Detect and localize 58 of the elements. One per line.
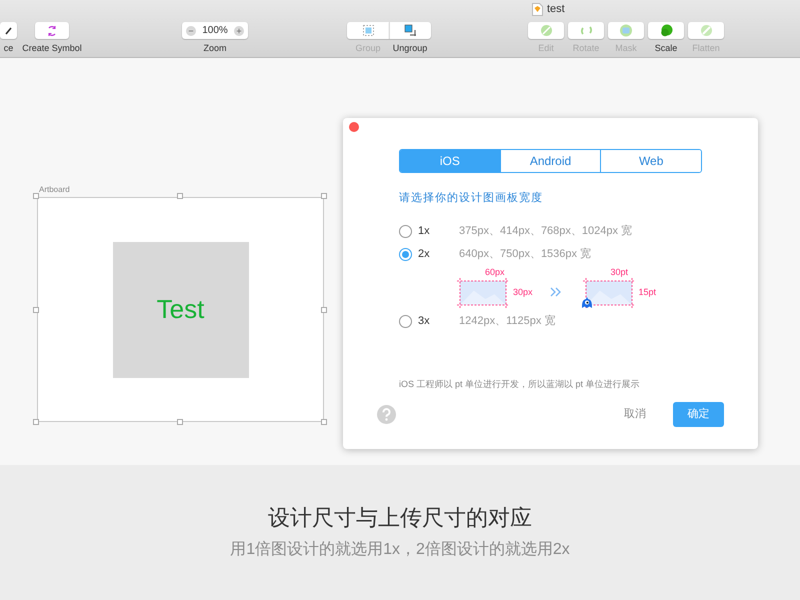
resize-handle[interactable] — [321, 307, 327, 313]
scale-icon — [660, 24, 672, 37]
radio-button[interactable] — [399, 248, 412, 260]
window-title: test — [547, 2, 565, 17]
artboard-label: Artboard — [39, 184, 70, 196]
document-icon — [532, 2, 543, 16]
height-label: 30px — [513, 286, 533, 299]
resize-handle[interactable] — [177, 193, 183, 199]
zoom-control[interactable]: − 100% + — [182, 22, 248, 39]
refresh-icon — [46, 24, 58, 36]
rotate-icon — [580, 24, 592, 37]
zoom-value: 100% — [202, 24, 228, 38]
zoom-out-button[interactable]: − — [186, 26, 196, 36]
zoom-in-button[interactable]: + — [234, 26, 244, 36]
tab[interactable]: Android — [500, 150, 600, 172]
image-box-drawing — [582, 278, 635, 308]
option-sizes: 375px、414px、768px、1024px 宽 — [459, 224, 632, 239]
ungroup-icon — [404, 24, 417, 37]
toolbar-label: ce — [4, 43, 14, 54]
double-chevron-icon — [550, 287, 561, 297]
tab[interactable]: iOS — [400, 150, 500, 172]
option-label[interactable]: 1x — [418, 222, 459, 240]
resize-handle[interactable] — [321, 419, 327, 425]
toolbar-label: Create Symbol — [22, 43, 82, 54]
option-label[interactable]: 3x — [418, 312, 459, 330]
toolbar-label: Scale — [654, 43, 678, 54]
height-label: 15pt — [638, 286, 656, 299]
image-box-drawing — [457, 278, 509, 308]
caption-title: 设计尺寸与上传尺寸的对应 — [268, 504, 532, 532]
radio-button[interactable] — [399, 224, 412, 238]
option-label[interactable]: 2x — [418, 246, 459, 262]
toolbar-label: Zoom — [203, 43, 226, 54]
close-button[interactable] — [349, 122, 359, 132]
width-label: 30pt — [610, 266, 628, 278]
dialog-heading: 请选择你的设计图画板宽度 — [399, 190, 544, 206]
resize-handle[interactable] — [177, 419, 183, 425]
flatten-icon — [700, 24, 712, 37]
resize-handle[interactable] — [33, 193, 39, 199]
resize-handle[interactable] — [33, 419, 39, 425]
mascot-icon — [580, 296, 593, 308]
confirm-button[interactable]: 确定 — [673, 402, 724, 427]
radio-button[interactable] — [399, 314, 412, 328]
cancel-button[interactable]: 取消 — [624, 406, 646, 423]
pencil-icon — [4, 26, 12, 34]
help-icon[interactable] — [377, 405, 396, 424]
resize-handle[interactable] — [321, 193, 327, 199]
resize-handle[interactable] — [33, 307, 39, 313]
width-label: 60px — [485, 266, 505, 278]
toolbar-button[interactable] — [0, 22, 17, 39]
mask-icon — [619, 24, 633, 37]
dialog-note: iOS 工程师以 pt 单位进行开发，所以蓝湖以 pt 单位进行展示 — [399, 378, 641, 391]
option-sizes: 1242px、1125px 宽 — [459, 314, 556, 329]
artboard-text: Test — [156, 293, 204, 326]
group-icon — [362, 24, 374, 37]
caption-subtitle: 用1倍图设计的就选用1x，2倍图设计的就选用2x — [230, 540, 570, 560]
toolbar-label: Ungroup — [392, 43, 428, 54]
option-sizes: 640px、750px、1536px 宽 — [459, 246, 592, 262]
tab[interactable]: Web — [600, 150, 701, 172]
